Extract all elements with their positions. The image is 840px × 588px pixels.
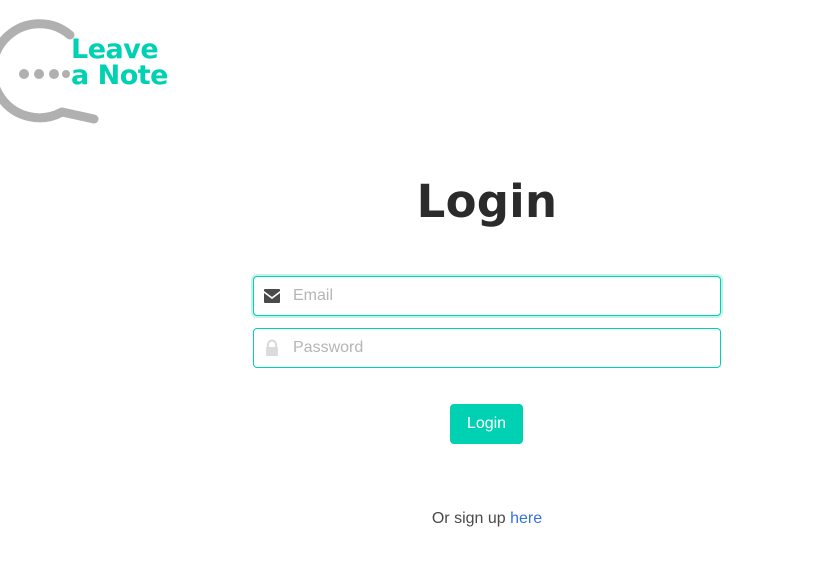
login-page: Leave a Note Login Login Or sign up here [0,0,840,588]
email-field-wrapper [253,276,721,316]
envelope-icon [264,289,280,303]
signup-line: Or sign up here [0,510,840,528]
login-button[interactable]: Login [450,404,523,444]
page-title: Login [416,175,558,228]
email-input[interactable] [253,276,721,316]
signup-link[interactable]: here [510,510,542,527]
signup-prefix: Or sign up [431,510,506,527]
password-input[interactable] [253,328,721,368]
lock-icon [266,339,278,356]
password-field-wrapper [253,328,721,368]
logo-text: Leave a Note [71,36,168,91]
app-logo[interactable]: Leave a Note [0,18,180,128]
logo-line-2: a Note [71,60,168,91]
